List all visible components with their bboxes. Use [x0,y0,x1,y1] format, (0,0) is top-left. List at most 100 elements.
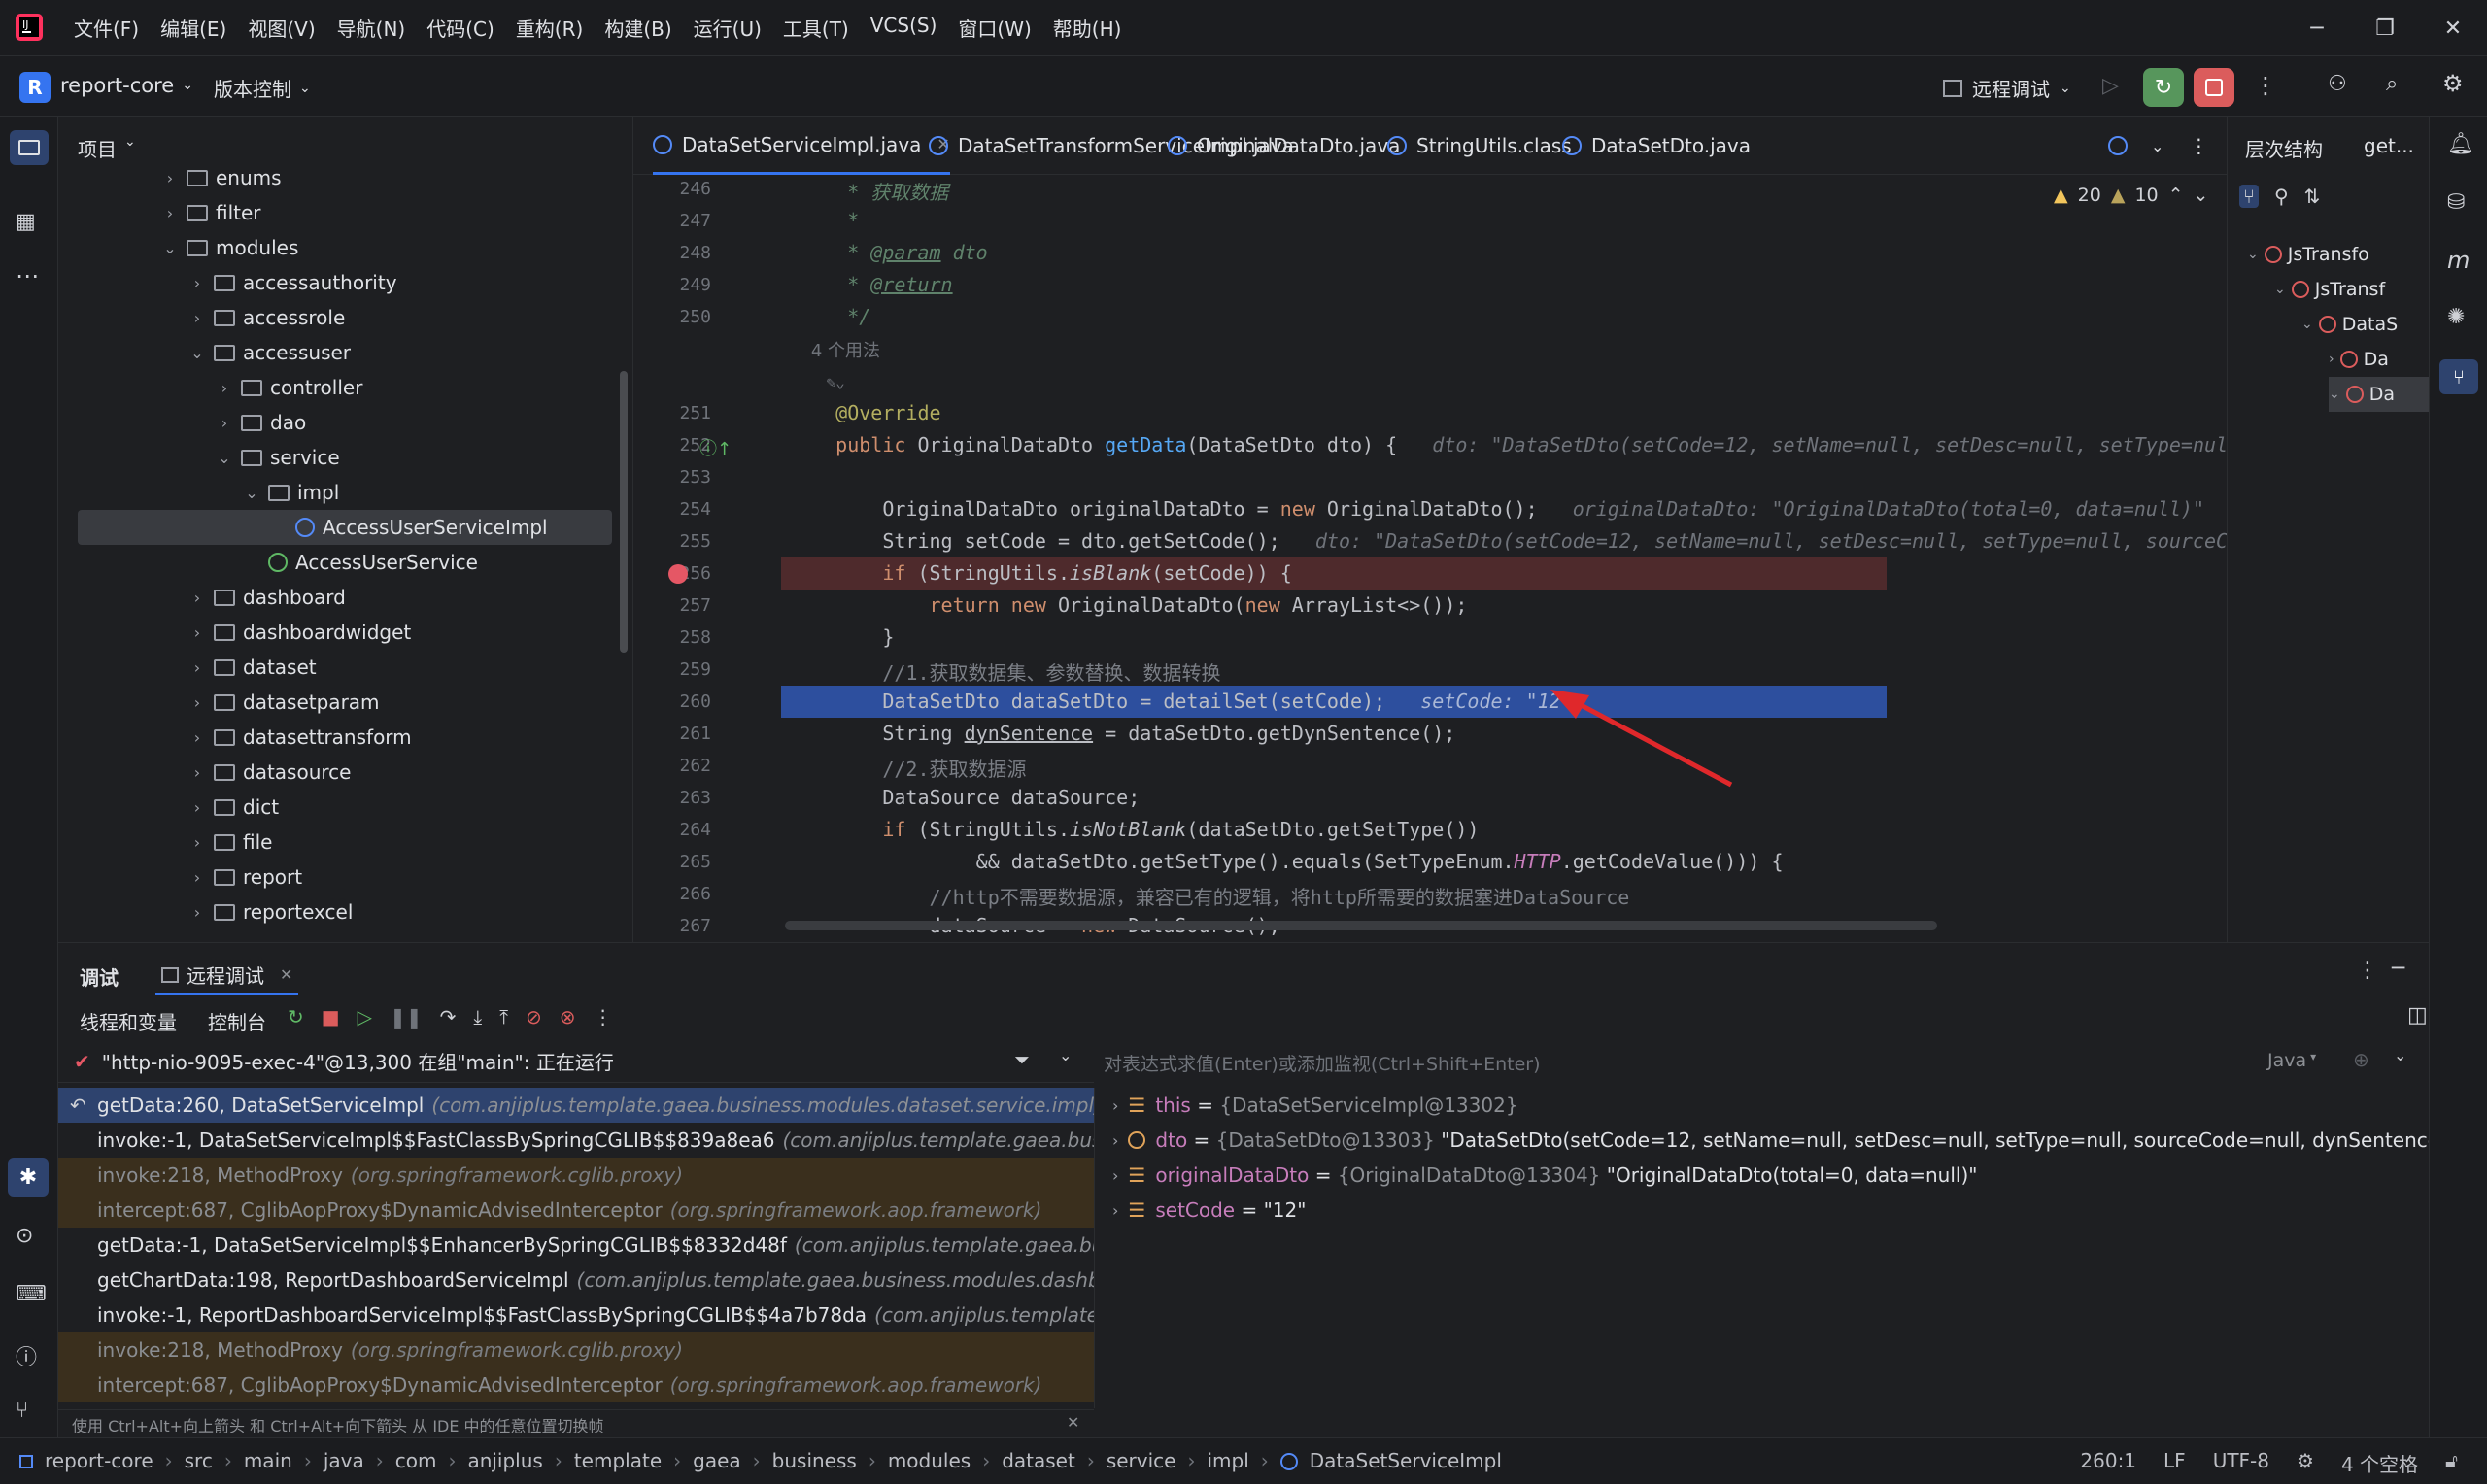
close-hint-icon[interactable]: ✕ [1067,1413,1079,1432]
layout-icon[interactable]: ◫ [2407,1003,2428,1028]
chevron-right-icon[interactable]: › [188,693,206,712]
run-icon[interactable]: ▷ [2102,74,2119,98]
chevron-right-icon[interactable]: › [188,658,206,677]
chevron-right-icon[interactable]: › [188,903,206,922]
hierarchy-item[interactable]: ⌄ JsTransfo [2247,237,2369,272]
menu-item[interactable]: 重构(R) [516,14,584,42]
chevron-down-icon[interactable]: ⌄ [243,484,260,502]
editor-tab[interactable]: StringUtils.class [1387,117,1572,175]
stack-frame[interactable]: getData:-1, DataSetServiceImpl$$Enhancer… [58,1228,1094,1263]
chevron-right-icon[interactable]: › [188,798,206,817]
chevron-right-icon[interactable]: › [188,868,206,887]
editor-tab[interactable]: DataSetServiceImpl.java ✕ [653,117,950,175]
thread-selector[interactable]: ✔ "http-nio-9095-exec-4"@13,300 在组"main"… [58,1040,1094,1083]
tree-item[interactable]: › reportexcel [188,894,354,929]
close-tab-icon[interactable]: ✕ [280,965,292,984]
menu-item[interactable]: 代码(C) [426,14,494,42]
tree-item[interactable]: › controller [216,370,363,405]
chevron-right-icon[interactable]: › [188,833,206,852]
chevron-down-icon[interactable]: ⌄ [2247,247,2259,262]
tree-item[interactable]: › filter [161,195,261,230]
tree-item[interactable]: › dao [216,405,306,440]
breadcrumb-item[interactable]: com [395,1449,437,1472]
services-tool-icon[interactable]: ⊙ [16,1224,33,1248]
database-icon[interactable]: ⛁ [2447,190,2465,215]
maximize-icon[interactable]: ❐ [2351,0,2419,56]
breadcrumb-item[interactable]: java [324,1449,364,1472]
tree-item[interactable]: › accessrole [188,300,345,335]
tab-console[interactable]: 控制台 [208,1007,266,1035]
tree-item[interactable]: › dashboard [188,580,346,615]
tree-item[interactable]: › file [188,825,273,860]
menu-item[interactable]: 运行(U) [694,14,762,42]
problems-tool-icon[interactable]: ⓘ [16,1340,37,1371]
tree-item[interactable]: ⌄ impl [243,475,339,510]
chevron-right-icon[interactable]: › [1112,1201,1118,1220]
stack-frame[interactable]: getChartData:198, ReportDashboardService… [58,1263,1094,1298]
ai-assistant-icon[interactable]: ✺ [2447,305,2465,329]
chevron-right-icon[interactable]: › [161,204,179,222]
search-icon[interactable]: ⌕ [2386,72,2398,96]
chevron-down-icon[interactable]: ⌄ [1059,1046,1072,1064]
supertypes-icon[interactable]: ⚲ [2274,185,2289,208]
breadcrumb-item[interactable]: template [574,1449,662,1472]
hide-panel-icon[interactable]: ─ [2392,957,2404,981]
git-tool-icon[interactable]: ⑂ [16,1399,28,1423]
breadcrumb-item[interactable]: business [772,1449,857,1472]
caret-position[interactable]: 260:1 [2080,1449,2136,1477]
more-tools-icon[interactable]: ⋯ [16,262,39,289]
breadcrumb-item[interactable]: DataSetServiceImpl [1310,1449,1502,1472]
vcs-selector[interactable]: 版本控制 ⌄ [214,74,311,102]
hierarchy-tool-icon[interactable]: ⑂ [2439,359,2478,394]
tab-threads-variables[interactable]: 线程和变量 [80,1007,177,1035]
tree-scrollbar[interactable] [620,371,628,653]
terminal-tool-icon[interactable]: ⌨ [16,1282,47,1306]
debug-tool-icon[interactable]: ✱ [8,1158,49,1197]
rerun-icon[interactable]: ↻ [288,1005,304,1029]
chevron-right-icon[interactable]: › [188,589,206,607]
breadcrumb-item[interactable]: service [1107,1449,1176,1472]
stack-frame[interactable]: ↶ getData:260, DataSetServiceImpl (com.anj… [58,1088,1094,1123]
more-icon[interactable]: ⋮ [2189,134,2208,157]
hierarchy-tab-getdata[interactable]: get... [2364,134,2414,157]
variable-row[interactable]: › ☰ this = {DataSetServiceImpl@13302} [1112,1088,1518,1123]
tree-item[interactable]: ⌄ modules [161,230,298,265]
settings-icon[interactable]: ⚙ [2442,70,2464,97]
minimize-icon[interactable]: ─ [2283,0,2351,56]
structure-tool-icon[interactable]: ▦ [16,210,36,234]
hierarchy-item[interactable]: ⌄ JsTransf [2274,272,2385,307]
editor-scrollbar[interactable] [785,921,1937,930]
line-separator[interactable]: LF [2163,1449,2186,1477]
breadcrumb-item[interactable]: src [185,1449,213,1472]
chevron-right-icon[interactable]: › [1112,1096,1118,1115]
project-panel-header[interactable]: 项目 ⌄ [78,134,136,162]
breadcrumb-item[interactable]: report-core [45,1449,153,1472]
chevron-right-icon[interactable]: › [161,169,179,187]
chevron-down-icon[interactable]: ⌄ [161,239,179,257]
tree-item[interactable]: › report [188,860,302,894]
breadcrumb-item[interactable]: anjiplus [467,1449,542,1472]
step-over-icon[interactable]: ↷ [440,1005,457,1029]
chevron-down-icon[interactable]: ⌄ [2151,137,2163,155]
breadcrumb-item[interactable]: dataset [1002,1449,1075,1472]
chevron-right-icon[interactable]: › [188,274,206,292]
tree-item[interactable]: › enums [161,160,282,195]
chevron-down-icon[interactable]: ⌄ [2194,185,2209,206]
chevron-down-icon[interactable]: › [2329,352,2334,367]
stack-frame[interactable]: invoke:-1, ReportDashboardServiceImpl$$F… [58,1298,1094,1332]
chevron-down-icon[interactable]: ⌄ [2329,387,2340,402]
tree-item[interactable]: AccessUserServiceImpl [78,510,612,545]
chevron-right-icon[interactable]: › [216,414,233,432]
chevron-right-icon[interactable]: › [1112,1131,1118,1150]
menu-item[interactable]: 导航(N) [337,14,406,42]
tree-item[interactable]: AccessUserService [243,545,478,580]
more-actions-icon[interactable]: ⋮ [2254,72,2277,99]
step-out-icon[interactable]: ⤒ [499,1005,508,1029]
tree-item[interactable]: › dashboardwidget [188,615,411,650]
chevron-down-icon[interactable]: ⌄ [188,344,206,362]
chevron-down-icon[interactable]: ⌄ [216,449,233,467]
chevron-right-icon[interactable]: › [188,763,206,782]
more-icon[interactable]: ⋮ [594,1005,613,1029]
chevron-down-icon[interactable]: ⌄ [2274,282,2286,297]
override-gutter-icon[interactable]: ⓘ↑ [699,435,732,460]
